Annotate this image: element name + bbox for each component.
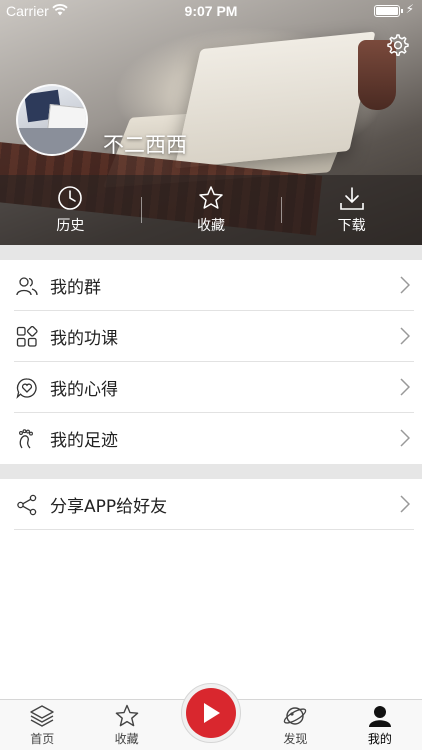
avatar[interactable] (16, 84, 88, 156)
tab-home[interactable]: 首页 (0, 700, 84, 750)
username: 不二西西 (103, 133, 187, 157)
menu-item-my-lessons[interactable]: 我的功课 (0, 311, 422, 362)
quick-actions-bar: 历史 收藏 下载 (0, 175, 422, 245)
tab-label: 我的 (367, 732, 392, 746)
header-background-page (174, 31, 376, 169)
heart-bubble-icon (16, 377, 38, 399)
star-icon (115, 704, 138, 727)
tab-favorites[interactable]: 收藏 (84, 700, 168, 750)
play-icon (204, 703, 220, 723)
clock-icon (58, 186, 83, 210)
menu-item-my-insights[interactable]: 我的心得 (0, 362, 422, 413)
download-icon (339, 187, 364, 210)
group-icon (16, 275, 38, 297)
battery-icon (374, 5, 403, 17)
share-icon (16, 494, 38, 516)
divider (281, 197, 282, 223)
menu-item-label: 我的足迹 (50, 431, 118, 451)
favorites-button[interactable]: 收藏 (141, 175, 282, 245)
layers-icon (30, 705, 54, 727)
menu-group-1: 我的群 我的功课 我的心得 我的足迹 (0, 260, 422, 464)
grid-icon (16, 325, 38, 348)
menu-item-label: 我的群 (50, 278, 101, 298)
menu-item-share-app[interactable]: 分享APP给好友 (0, 479, 422, 530)
history-button[interactable]: 历史 (0, 175, 141, 245)
menu-item-my-footprints[interactable]: 我的足迹 (0, 413, 422, 464)
chevron-right-icon (400, 495, 411, 517)
play-button[interactable] (181, 683, 241, 743)
gear-icon (387, 34, 409, 56)
tab-label: 收藏 (114, 732, 139, 746)
charging-icon: ⚡ (405, 2, 414, 16)
menu-group-2: 分享APP给好友 (0, 479, 422, 530)
tab-mine[interactable]: 我的 (338, 700, 422, 750)
menu-item-label: 我的心得 (50, 380, 118, 400)
chevron-right-icon (400, 429, 411, 451)
status-bar: Carrier 9:07 PM ⚡ (0, 0, 422, 22)
section-gap (0, 245, 422, 260)
section-gap (0, 464, 422, 479)
star-icon (199, 186, 223, 209)
settings-button[interactable] (384, 32, 410, 58)
planet-icon (284, 707, 307, 725)
download-button[interactable]: 下载 (281, 175, 422, 245)
user-icon (368, 706, 391, 727)
tab-discover[interactable]: 发现 (253, 700, 337, 750)
download-label: 下载 (337, 218, 366, 234)
tab-label: 发现 (283, 732, 308, 746)
favorites-label: 收藏 (197, 218, 225, 234)
history-label: 历史 (56, 218, 85, 234)
tab-label: 首页 (30, 732, 55, 746)
chevron-right-icon (400, 327, 411, 349)
clock-label: 9:07 PM (184, 3, 238, 19)
menu-item-label: 分享APP给好友 (50, 497, 168, 517)
menu-item-label: 我的功课 (50, 329, 118, 349)
footprint-icon (16, 428, 38, 450)
chevron-right-icon (400, 276, 411, 298)
menu-item-my-groups[interactable]: 我的群 (0, 260, 422, 311)
chevron-right-icon (400, 378, 411, 400)
divider (141, 197, 142, 223)
